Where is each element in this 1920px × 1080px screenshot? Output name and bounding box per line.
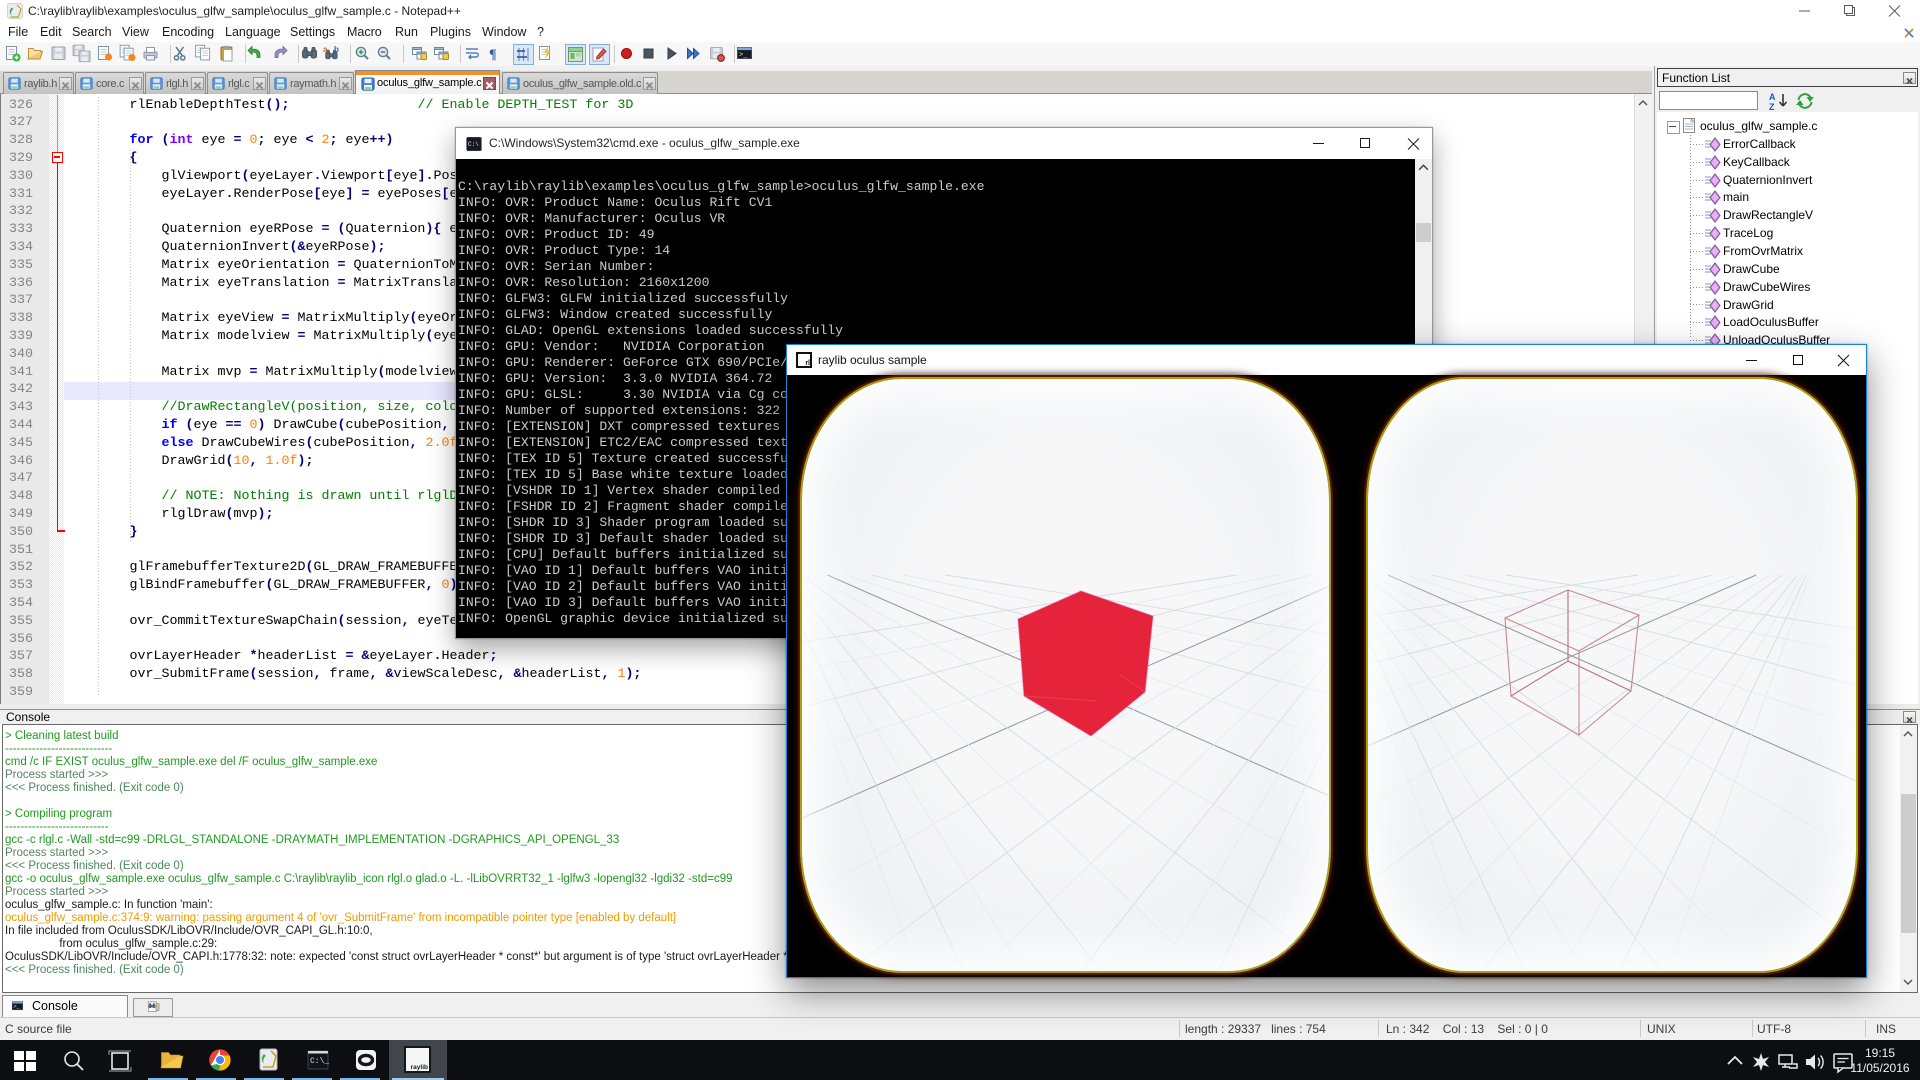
- svg-text:C:\_: C:\_: [310, 1057, 329, 1066]
- svg-text:a: a: [323, 45, 328, 54]
- svg-text:b: b: [334, 45, 339, 54]
- svg-text:>_: >_: [13, 1004, 20, 1010]
- svg-text:C:\: C:\: [468, 141, 479, 148]
- svg-text:A: A: [1769, 92, 1776, 102]
- svg-text:Z: Z: [1769, 102, 1775, 112]
- svg-text:>_: >_: [739, 52, 748, 60]
- svg-text:¶: ¶: [489, 48, 497, 63]
